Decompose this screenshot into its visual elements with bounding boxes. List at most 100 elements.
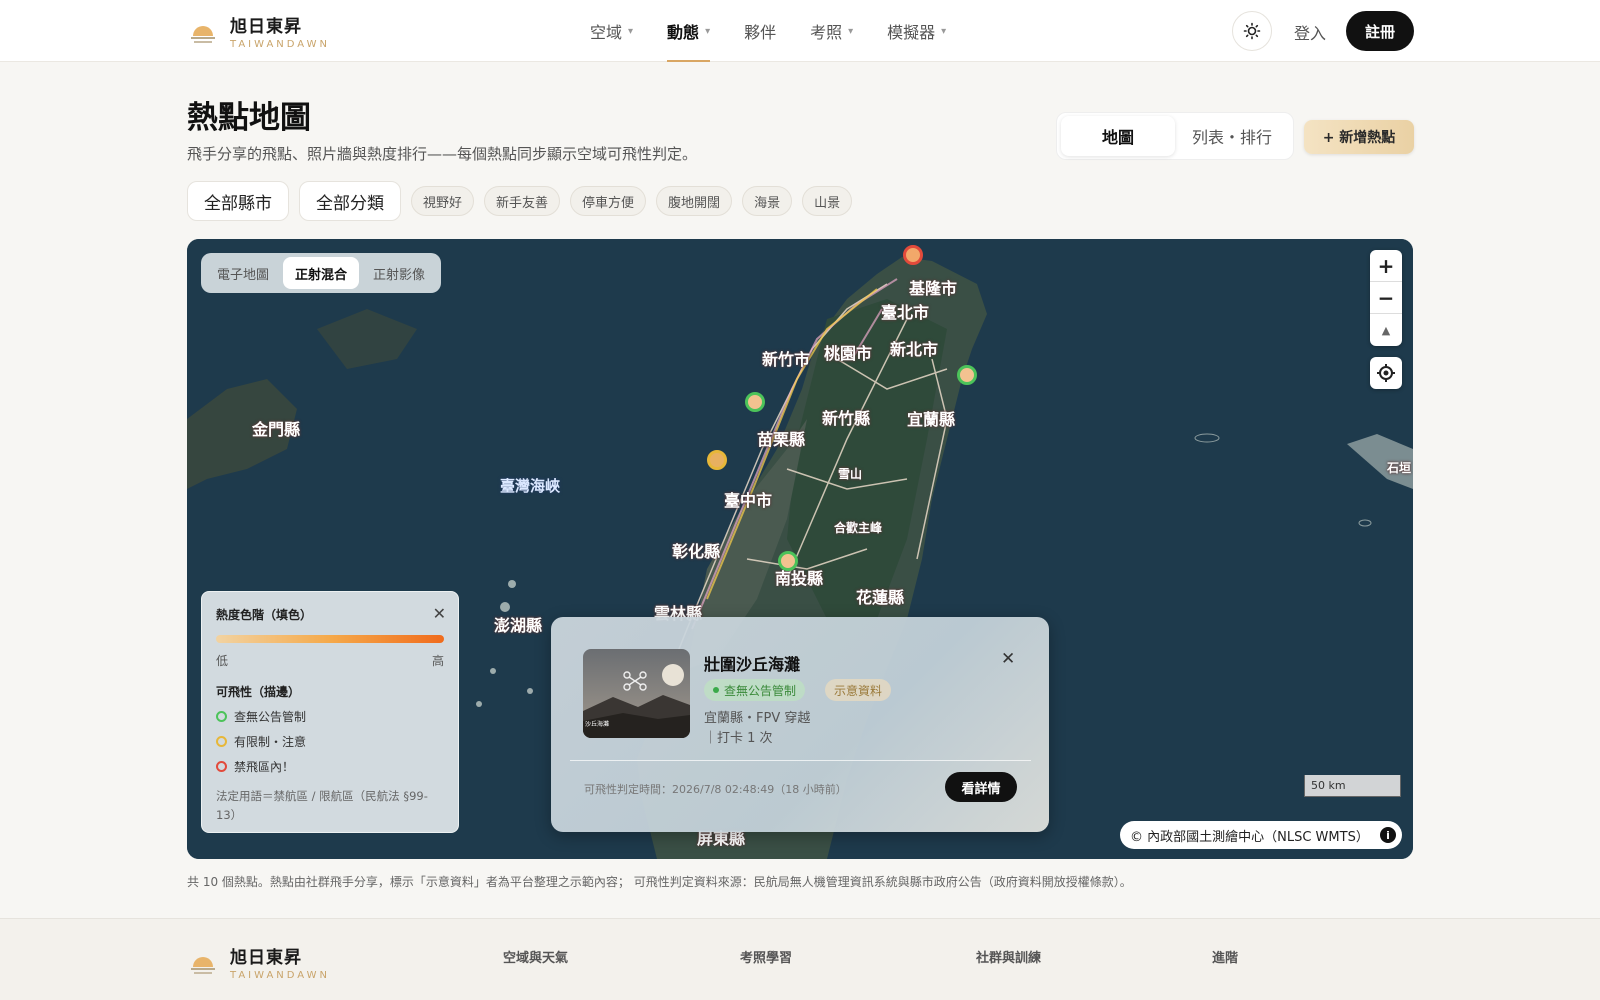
label-miaoli: 苗栗縣 <box>757 430 806 449</box>
theme-toggle-button[interactable] <box>1232 11 1272 51</box>
layer-hybrid[interactable]: 正射混合 <box>283 257 360 289</box>
chip-sea-view[interactable]: 海景 <box>742 186 793 216</box>
zoom-controls: + − ▲ <box>1370 250 1402 346</box>
footer-col-community[interactable]: 社群與訓練 <box>976 947 1041 966</box>
main-nav: 空域 ▾ 動態 ▾ 夥伴 考照 ▾ 模擬器 ▾ <box>590 0 946 62</box>
label-taiwan-strait: 臺灣海峽 <box>500 477 561 495</box>
chip-parking[interactable]: 停車方便 <box>570 186 647 216</box>
zoom-out-button[interactable]: − <box>1370 282 1402 314</box>
popup-checkins: ｜打卡 1 次 <box>704 731 773 746</box>
nav-license[interactable]: 考照 ▾ <box>810 0 853 62</box>
hotspot-marker-nantou[interactable] <box>778 551 798 571</box>
page-title: 熱點地圖 <box>187 100 311 136</box>
label-yilan: 宜蘭縣 <box>907 410 956 429</box>
sample-data-badge: 示意資料 <box>825 679 892 701</box>
view-toggle: 地圖 列表・排行 <box>1056 112 1294 160</box>
label-kinmen: 金門縣 <box>252 420 301 439</box>
label-taoyuan: 桃園市 <box>824 344 873 363</box>
hotspot-map[interactable]: 基隆市 臺北市 新北市 新竹市 桃園市 新竹縣 宜蘭縣 苗栗縣 臺中市 彰化縣 … <box>187 239 1413 859</box>
label-taipei: 臺北市 <box>881 303 930 322</box>
label-hsinchu-city: 新竹市 <box>762 350 811 369</box>
crosshair-icon <box>1377 364 1395 382</box>
top-header: 旭日東昇 TAIWANDAWN 空域 ▾ 動態 ▾ 夥伴 考照 ▾ 模擬器 ▾ 登入 註… <box>0 0 1600 62</box>
legend-subtitle: 可飛性（描邊） <box>216 685 301 699</box>
popup-meta: 宜蘭縣・FPV 穿越 ｜打卡 1 次 <box>704 709 810 749</box>
status-badge: 查無公告管制 <box>704 679 806 701</box>
map-legend: 熱度色階（填色） ✕ 低 高 可飛性（描邊） 查無公告管制 有限制・注意 禁飛區… <box>201 591 459 833</box>
chevron-down-icon: ▾ <box>628 25 634 37</box>
locate-me-button[interactable] <box>1370 357 1402 389</box>
layer-electronic[interactable]: 電子地圖 <box>205 257 281 289</box>
hotspot-thumbnail[interactable]: 沙丘海灘 <box>583 649 690 738</box>
nav-partners[interactable]: 夥伴 <box>744 0 776 62</box>
chevron-down-icon: ▾ <box>941 25 947 37</box>
chevron-down-icon: ▾ <box>705 25 711 37</box>
chevron-down-icon: ▾ <box>848 25 854 37</box>
close-icon[interactable]: ✕ <box>433 604 446 623</box>
compass-reset-button[interactable]: ▲ <box>1370 314 1402 346</box>
login-link[interactable]: 登入 <box>1294 20 1326 44</box>
nav-simulator[interactable]: 模擬器 ▾ <box>887 0 946 62</box>
zoom-in-button[interactable]: + <box>1370 250 1402 282</box>
tab-map[interactable]: 地圖 <box>1061 116 1175 156</box>
legend-legal-note: 法定用語＝禁航區 / 限航區（民航法 §99-13） <box>216 789 428 822</box>
chip-open-space[interactable]: 腹地開闊 <box>656 186 733 216</box>
sunrise-icon <box>188 16 218 46</box>
hotspot-marker-yilan[interactable] <box>957 365 977 385</box>
nav-airspace[interactable]: 空域 ▾ <box>590 0 633 62</box>
status-dot-icon <box>713 687 719 693</box>
label-newtaipei: 新北市 <box>890 340 939 359</box>
legend-title: 熱度色階（填色） <box>216 608 313 622</box>
nav-activity[interactable]: 動態 ▾ <box>667 0 711 62</box>
label-taichung: 臺中市 <box>724 491 773 510</box>
info-icon[interactable]: i <box>1380 827 1396 843</box>
register-button[interactable]: 註冊 <box>1346 11 1414 51</box>
view-details-button[interactable]: 看詳情 <box>945 772 1017 802</box>
close-icon[interactable]: ✕ <box>1001 649 1015 669</box>
yellow-ring-icon <box>216 736 227 747</box>
hotspot-marker-taichung-coast[interactable] <box>707 450 727 470</box>
footer-col-advanced[interactable]: 進階 <box>1212 947 1238 966</box>
legend-item-nofly: 禁飛區內！ <box>216 758 444 775</box>
sunrise-icon <box>188 947 218 977</box>
hotspot-popup: 沙丘海灘 壯圍沙丘海灘 ✕ 查無公告管制 示意資料 宜蘭縣・FPV 穿越 ｜打卡… <box>551 617 1049 832</box>
heat-gradient-bar <box>216 635 444 643</box>
legend-high: 高 <box>431 654 444 668</box>
tab-list-ranking[interactable]: 列表・排行 <box>1175 116 1289 156</box>
county-select[interactable]: 全部縣市 <box>187 181 289 221</box>
page-subtitle: 飛手分享的飛點、照片牆與熱度排行——每個熱點同步顯示空域可飛性判定。 <box>187 145 698 163</box>
footer: 旭日東昇 TAIWANDAWN 空域與天氣 考照學習 社群與訓練 進階 <box>0 918 1600 1000</box>
map-layer-switch: 電子地圖 正射混合 正射影像 <box>201 253 442 293</box>
chip-mountain-view[interactable]: 山景 <box>802 186 853 216</box>
brand-logo[interactable]: 旭日東昇 TAIWANDAWN <box>188 12 330 50</box>
divider <box>570 760 1031 761</box>
label-peak-snow: 雪山 <box>838 467 863 481</box>
label-hsinchu-county: 新竹縣 <box>822 409 871 428</box>
footer-col-airspace[interactable]: 空域與天氣 <box>503 947 568 966</box>
popup-judgement-time: 可飛性判定時間：2026/7/8 02:48:49（18 小時前） <box>584 783 847 796</box>
add-hotspot-button[interactable]: + 新增熱點 <box>1304 120 1414 154</box>
category-select[interactable]: 全部分類 <box>299 181 401 221</box>
popup-title: 壯圍沙丘海灘 <box>704 655 801 674</box>
hotspot-marker-hsinchu[interactable] <box>745 392 765 412</box>
layer-ortho[interactable]: 正射影像 <box>361 257 437 289</box>
footer-brand-name: 旭日東昇 <box>230 948 302 968</box>
footer-brand-sub: TAIWANDAWN <box>230 970 330 981</box>
green-ring-icon <box>216 711 227 722</box>
map-footnote: 共 10 個熱點。熱點由社群飛手分享，標示「示意資料」者為平台整理之示範內容； … <box>187 875 1132 889</box>
label-keelung: 基隆市 <box>909 279 958 298</box>
popup-county-type: 宜蘭縣・FPV 穿越 <box>704 711 811 726</box>
filter-bar: 全部縣市 全部分類 視野好 新手友善 停車方便 腹地開闊 海景 山景 <box>187 181 853 221</box>
legend-item-clear: 查無公告管制 <box>216 708 444 725</box>
hotspot-marker-north[interactable] <box>903 245 923 265</box>
brand-sub: TAIWANDAWN <box>230 39 330 50</box>
label-peak-hehuan: 合歡主峰 <box>834 521 883 535</box>
chip-view[interactable]: 視野好 <box>411 186 475 216</box>
chip-beginner[interactable]: 新手友善 <box>484 186 561 216</box>
footer-col-license[interactable]: 考照學習 <box>740 947 792 966</box>
thumbnail-caption: 沙丘海灘 <box>585 720 609 728</box>
footer-brand-logo[interactable]: 旭日東昇 TAIWANDAWN <box>188 943 330 981</box>
sun-icon <box>1243 22 1261 40</box>
red-ring-icon <box>216 761 227 772</box>
legend-item-caution: 有限制・注意 <box>216 733 444 750</box>
